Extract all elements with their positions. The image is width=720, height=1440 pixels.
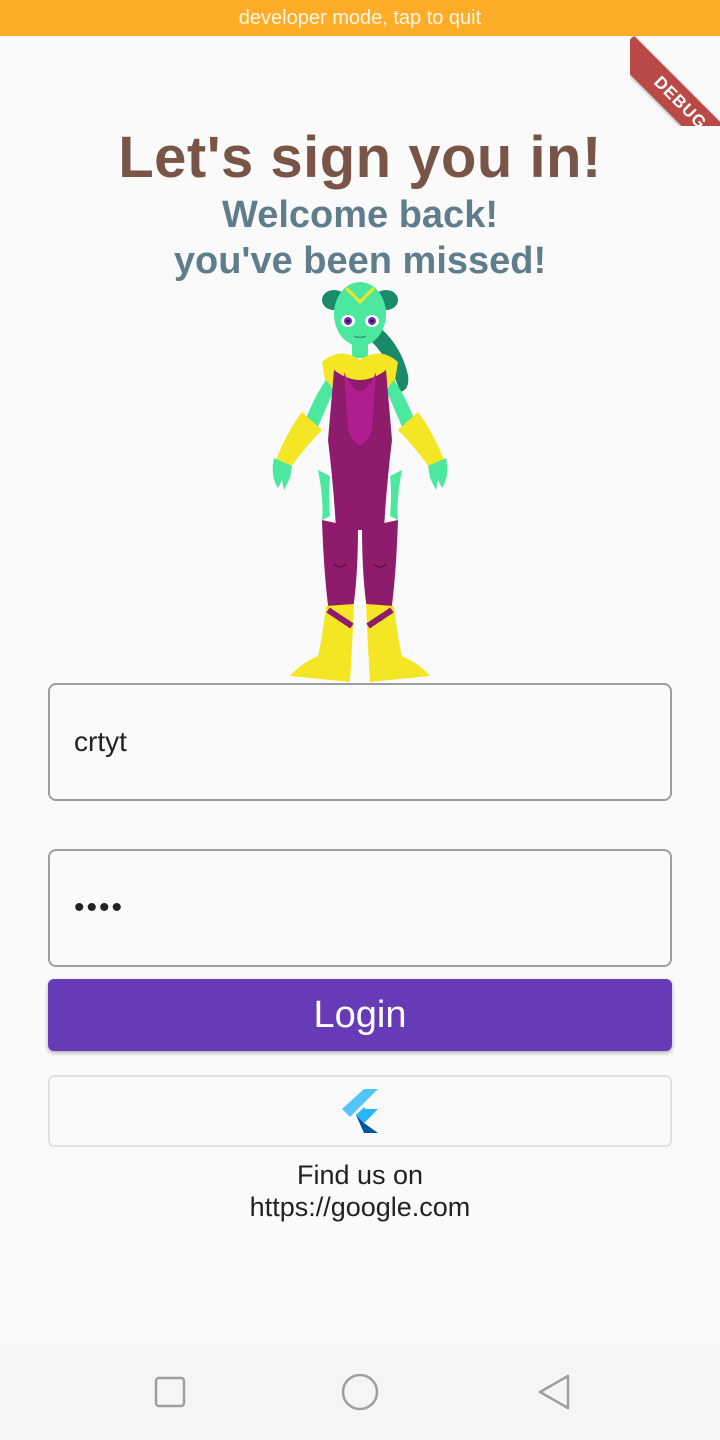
login-button[interactable]: Login: [48, 979, 672, 1051]
username-field[interactable]: [48, 683, 672, 801]
developer-mode-banner[interactable]: developer mode, tap to quit: [0, 0, 720, 36]
flutter-button[interactable]: [48, 1075, 672, 1147]
password-field[interactable]: [48, 849, 672, 967]
flutter-logo-icon: [342, 1089, 378, 1133]
website-link[interactable]: https://google.com: [0, 1192, 720, 1223]
android-navigation-bar: [0, 1344, 720, 1440]
page-title: Let's sign you in!: [118, 125, 602, 190]
back-icon[interactable]: [534, 1372, 574, 1412]
username-input[interactable]: [50, 685, 670, 799]
missed-subtitle: you've been missed!: [173, 240, 547, 282]
home-icon[interactable]: [340, 1372, 380, 1412]
recent-apps-icon[interactable]: [150, 1372, 190, 1412]
alien-character-illustration: [272, 282, 448, 682]
find-us-label: Find us on: [296, 1160, 424, 1190]
debug-ribbon-container: DEBUG: [630, 36, 720, 126]
password-input[interactable]: [50, 851, 670, 965]
welcome-subtitle: Welcome back!: [222, 194, 498, 236]
debug-ribbon: DEBUG: [630, 36, 720, 126]
